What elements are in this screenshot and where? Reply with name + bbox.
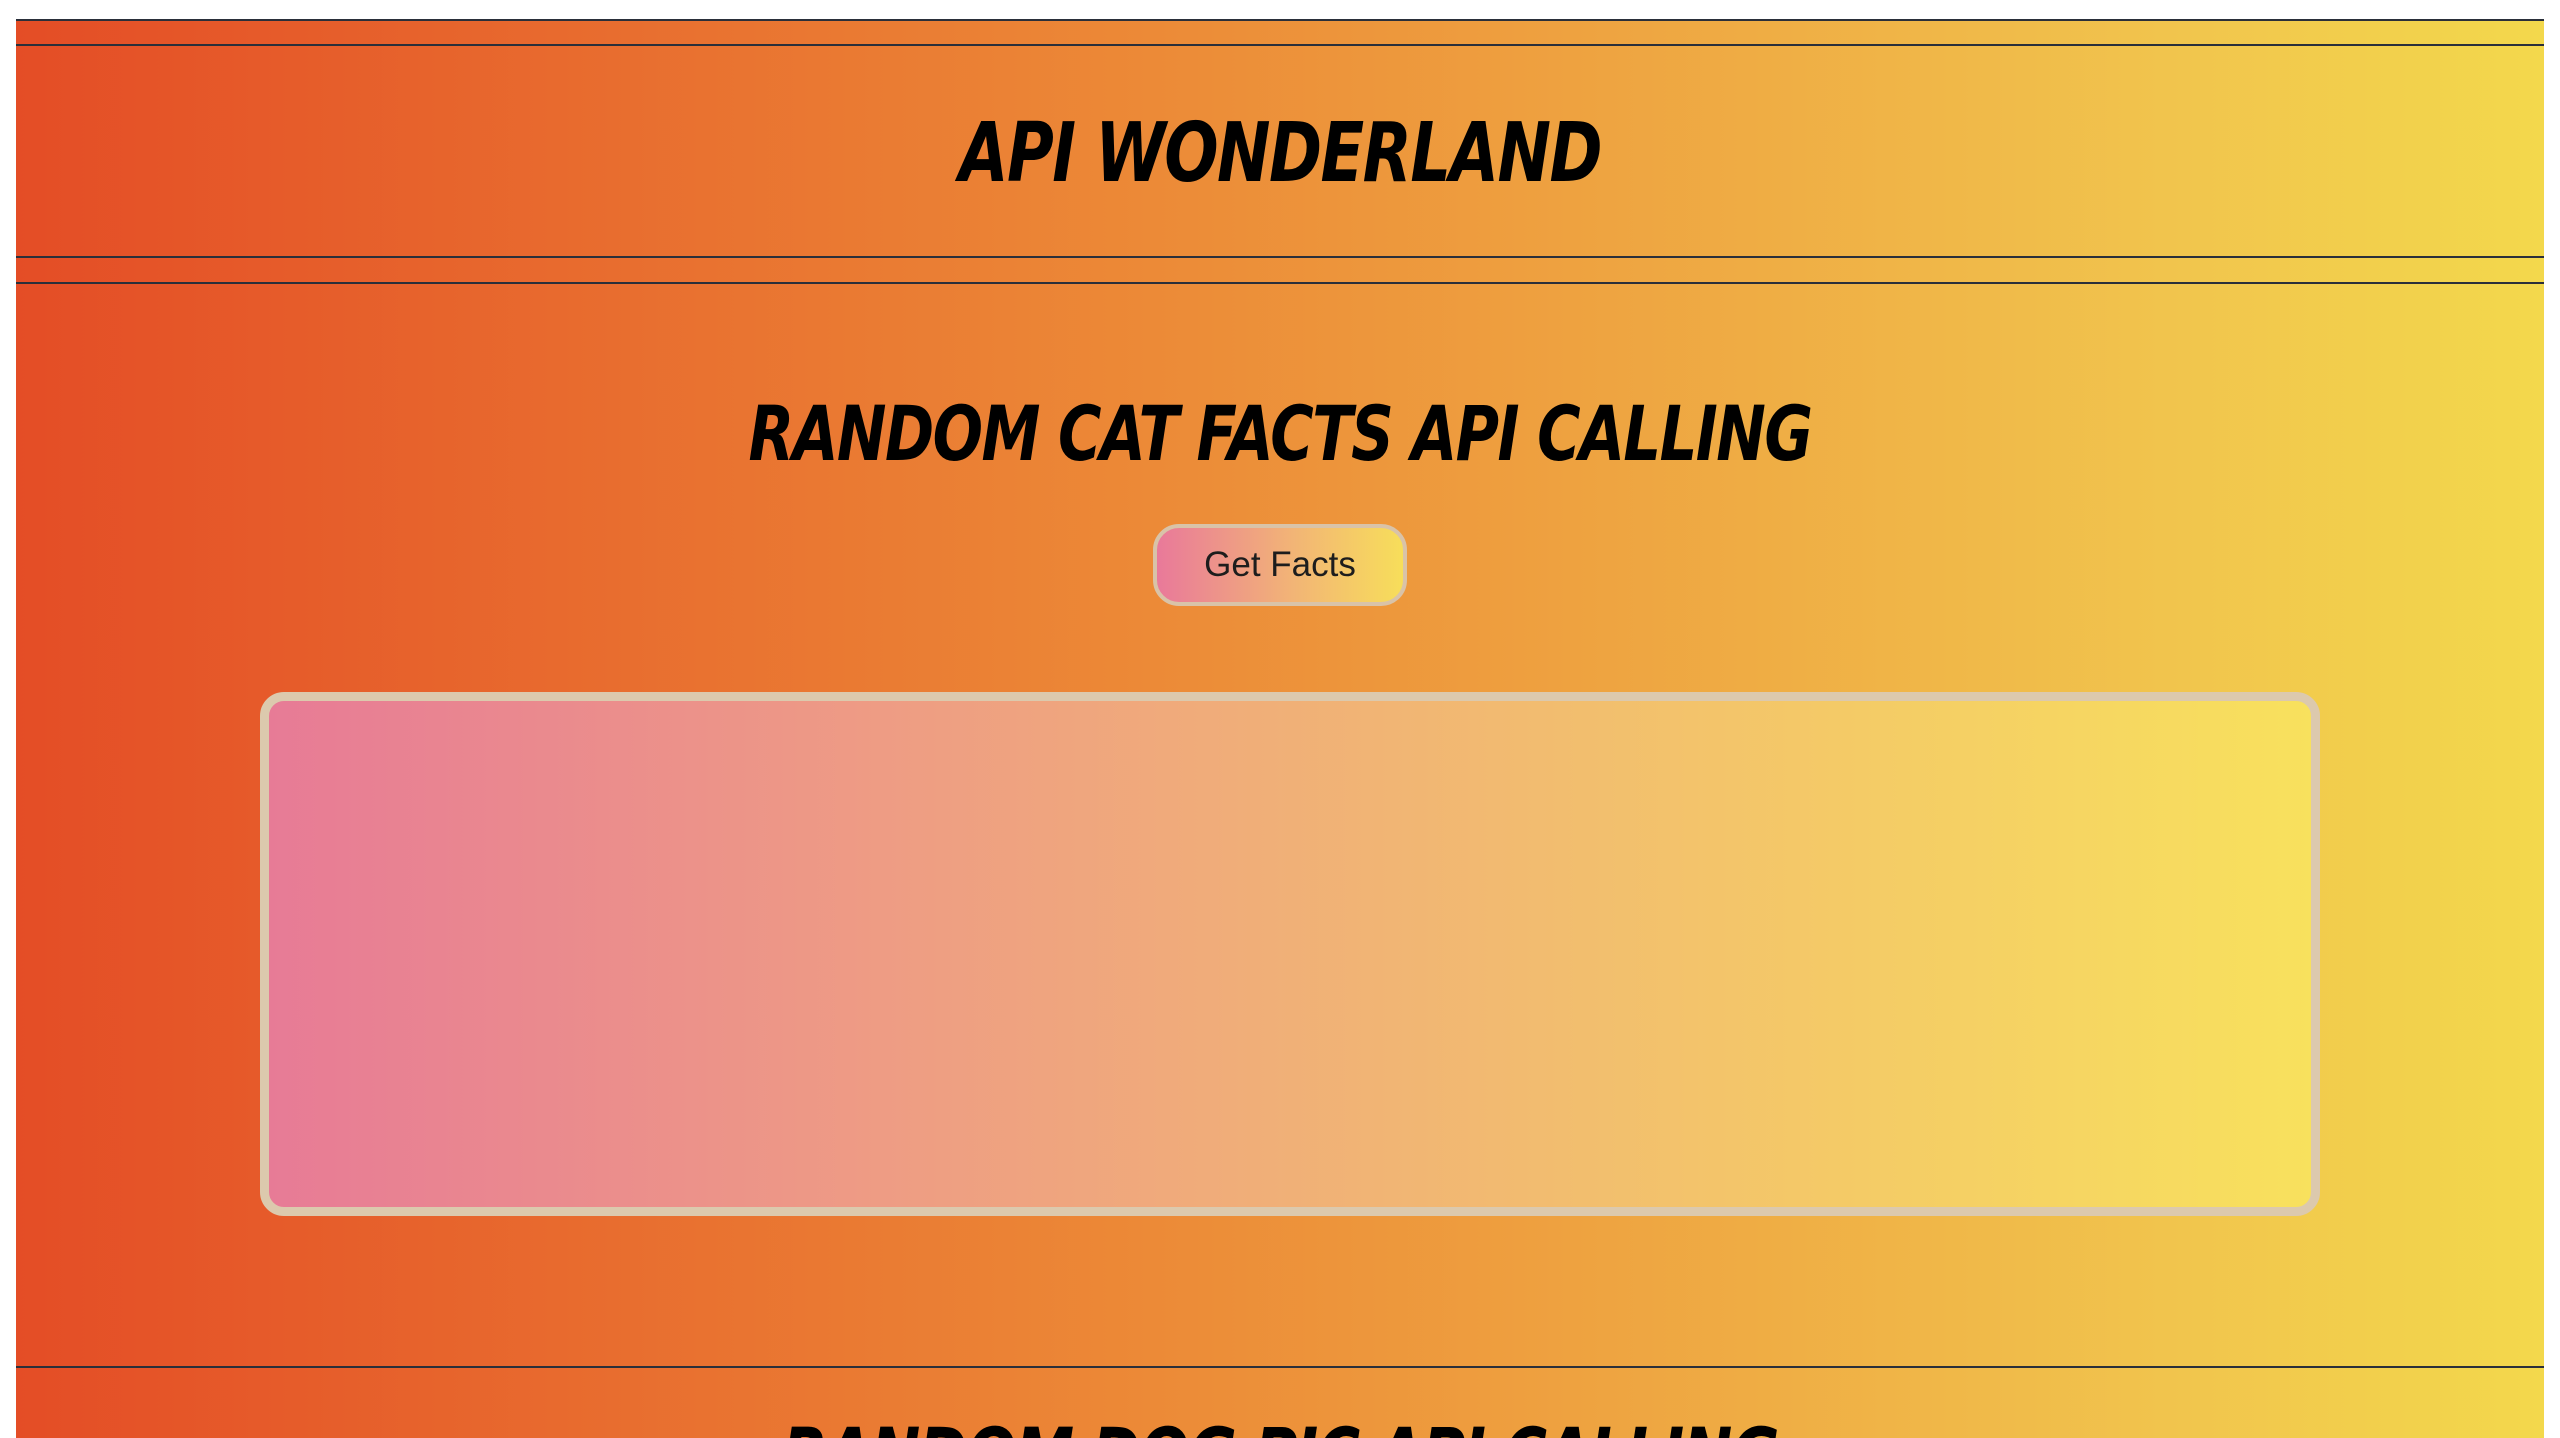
site-header: API WONDERLAND [16,46,2544,256]
cat-facts-display [260,692,2320,1216]
site-title: API WONDERLAND [959,106,1603,201]
header-top-strip [16,21,2544,44]
page: API WONDERLAND RANDOM CAT FACTS API CALL… [16,0,2544,1438]
cat-facts-title: RANDOM CAT FACTS API CALLING [748,389,1813,478]
header-gap-strip [16,258,2544,282]
get-facts-button[interactable]: Get Facts [1153,524,1407,606]
dog-pic-section: RANDOM DOG PIC API CALLING [16,1368,2544,1438]
dog-pic-title: RANDOM DOG PIC API CALLING [294,1406,2266,1438]
